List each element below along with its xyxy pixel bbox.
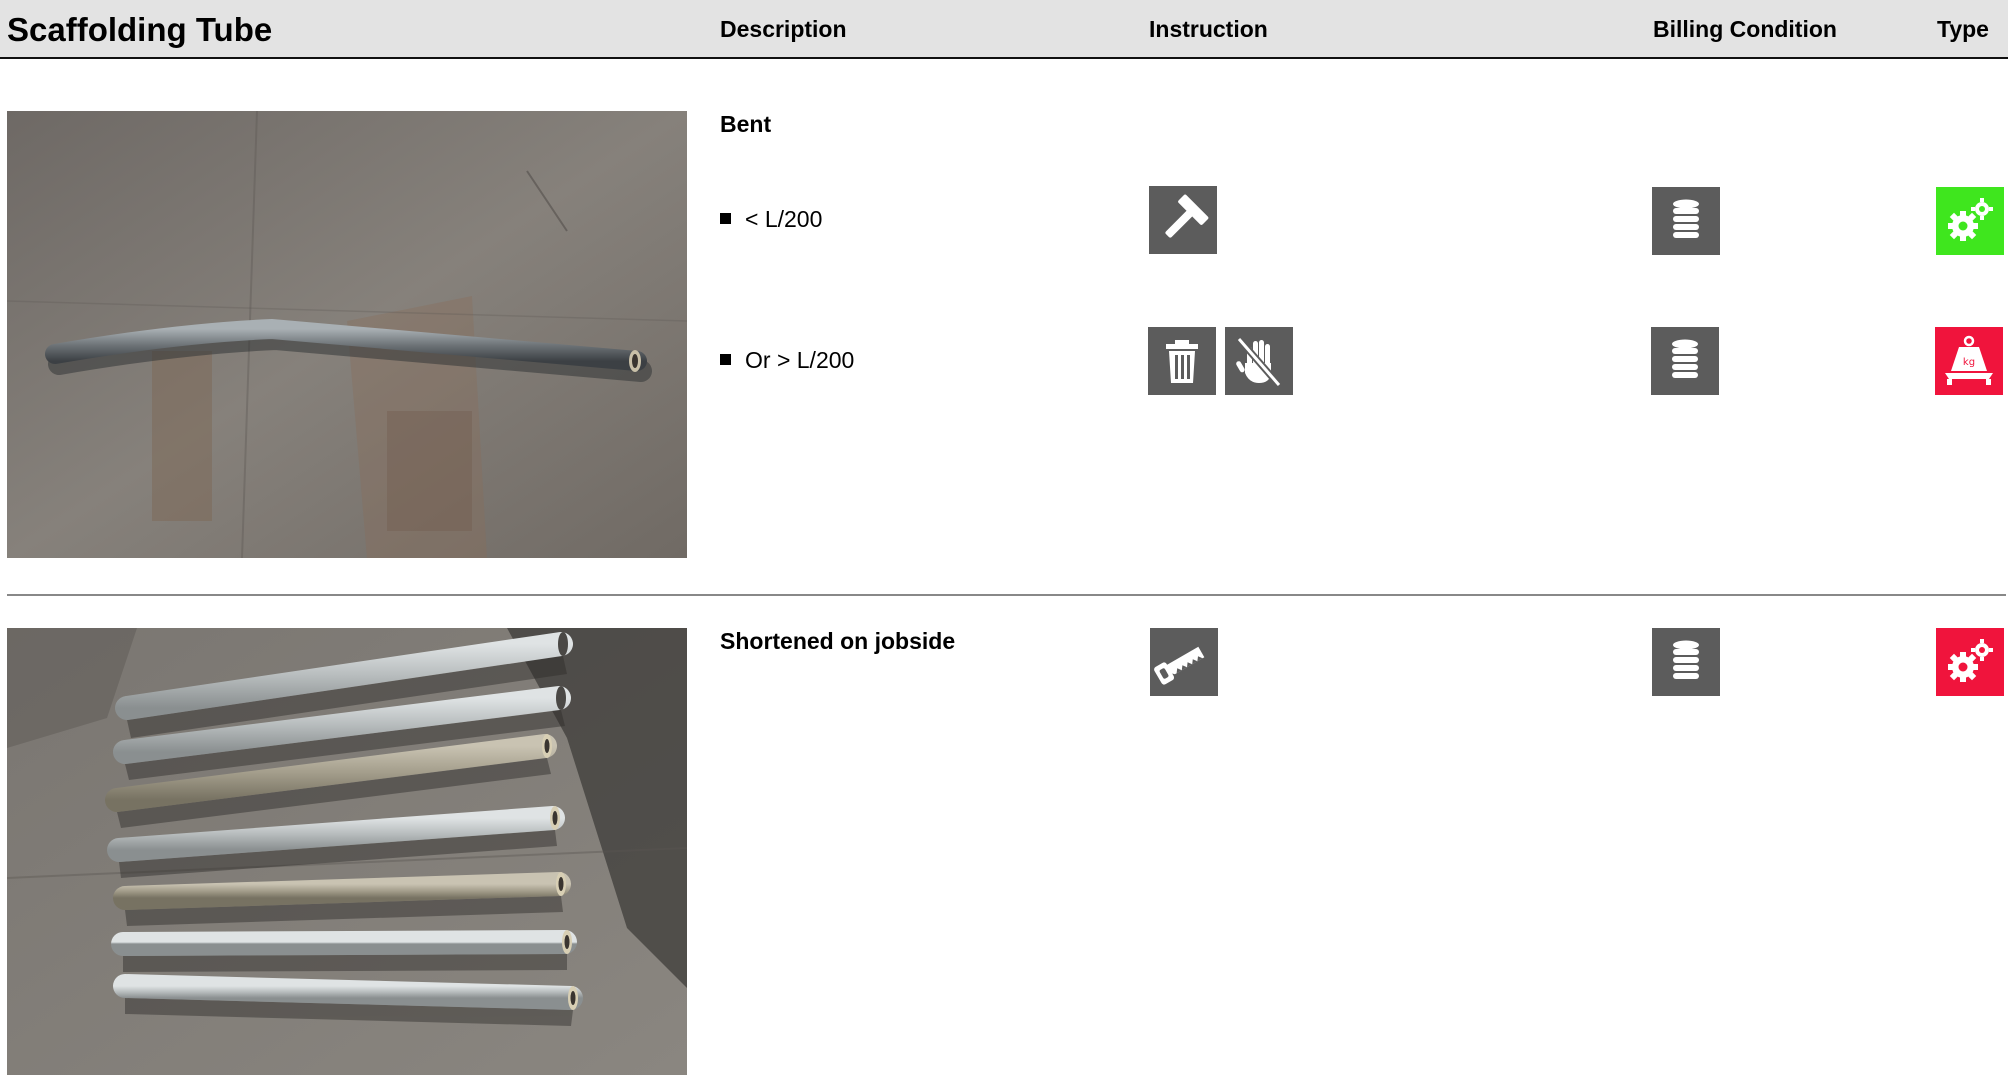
trash-icon <box>1148 327 1216 395</box>
shortened-tubes-photo <box>7 628 687 1075</box>
row-divider <box>7 594 2006 596</box>
column-header-instruction: Instruction <box>1149 16 1268 42</box>
table-header: Scaffolding Tube Description Instruction… <box>0 0 2008 59</box>
weight-kg-icon: kg <box>1935 327 2003 395</box>
list-item-label: < L/200 <box>745 206 823 232</box>
column-header-description: Description <box>720 16 847 42</box>
bullet-square-icon <box>720 354 731 366</box>
gears-icon <box>1936 187 2004 255</box>
page: Scaffolding Tube Description Instruction… <box>0 0 2008 1076</box>
gears-icon <box>1936 628 2004 696</box>
saw-icon <box>1150 628 1218 696</box>
hammer-icon <box>1149 186 1217 254</box>
list-item-label: Or > L/200 <box>745 347 855 373</box>
section-title-bent: Bent <box>720 111 772 137</box>
bent-tube-photo <box>7 111 687 558</box>
no-touch-hand-icon <box>1225 327 1293 395</box>
page-title: Scaffolding Tube <box>7 11 273 48</box>
coin-stack-icon <box>1652 187 1720 255</box>
list-item: Or > L/200 <box>720 347 854 374</box>
column-header-type: Type <box>1937 16 1989 42</box>
list-item: < L/200 <box>720 206 822 233</box>
coin-stack-icon <box>1651 327 1719 395</box>
coin-stack-icon <box>1652 628 1720 696</box>
svg-text:kg: kg <box>1963 357 1975 368</box>
bullet-square-icon <box>720 213 731 225</box>
section-title-shortened: Shortened on jobside <box>720 628 956 654</box>
column-header-billing-condition: Billing Condition <box>1653 16 1837 42</box>
